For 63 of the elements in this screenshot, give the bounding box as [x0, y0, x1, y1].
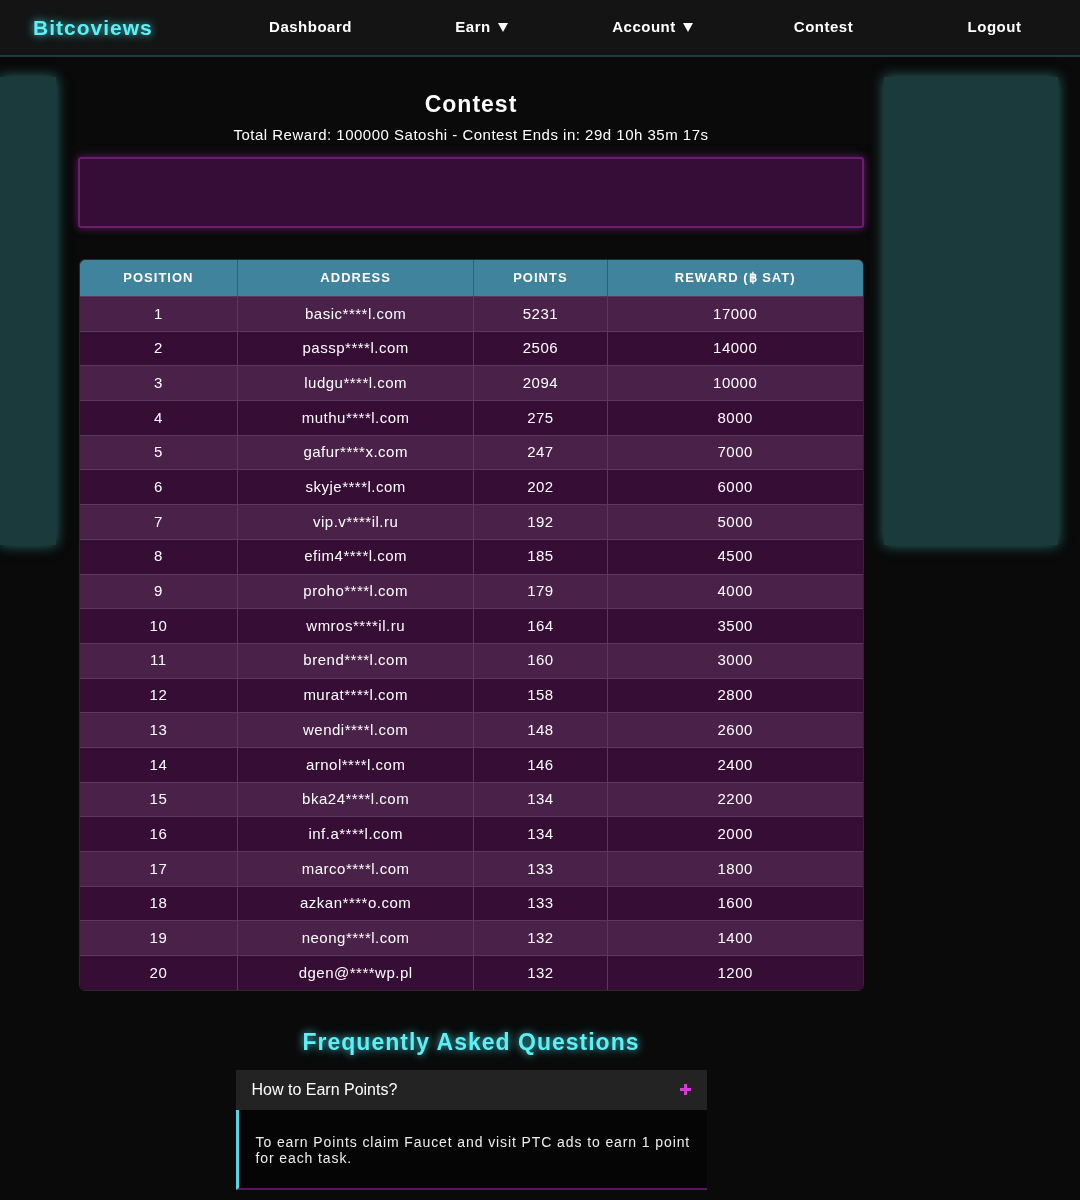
table-cell: marco****l.com: [237, 852, 473, 886]
table-cell: 4500: [606, 539, 863, 574]
table-cell: 5231: [473, 297, 607, 331]
table-cell: basic****l.com: [237, 297, 473, 331]
table-cell: 185: [473, 539, 607, 574]
nav-link[interactable]: Account: [612, 16, 693, 39]
faq-question[interactable]: How to Earn Points?: [235, 1069, 707, 1110]
table-cell: arnol****l.com: [237, 747, 473, 782]
table-cell-text: 8: [152, 546, 164, 567]
table-cell: wendi****l.com: [237, 713, 473, 747]
table-cell: 275: [473, 401, 607, 435]
table-cell-text: 7: [152, 511, 164, 532]
table-cell-text: 9: [152, 581, 164, 602]
table-cell-text: 15: [148, 789, 169, 810]
table-cell: 164: [473, 609, 607, 643]
table-cell-text: 5: [152, 442, 164, 463]
table-cell-text: 4: [152, 407, 164, 428]
page-title: Contest: [424, 90, 518, 118]
table-cell: 133: [473, 852, 607, 886]
table-cell-text: 11: [149, 650, 168, 671]
table-cell-text: 10: [148, 615, 169, 636]
table-cell: 148: [473, 713, 607, 747]
nav-link[interactable]: Dashboard: [269, 16, 352, 39]
table-cell-text: 13: [148, 719, 169, 740]
table-cell: 1200: [606, 956, 863, 990]
table-cell: muthu****l.com: [237, 401, 473, 435]
table-cell: brend****l.com: [237, 643, 473, 678]
table-cell: 132: [473, 956, 607, 990]
site-logo[interactable]: Bitcoviews: [33, 15, 153, 39]
table-cell-text: 14: [148, 754, 169, 775]
table-cell: 2600: [606, 713, 863, 747]
table-cell: 1800: [606, 852, 863, 886]
table-cell-text: 16: [148, 823, 169, 844]
table-cell: 17000: [606, 297, 863, 331]
table-cell: 2400: [606, 747, 863, 782]
nav-link[interactable]: Logout: [967, 16, 1022, 39]
table-cell: 5000: [606, 505, 863, 539]
nav-link[interactable]: Earn: [455, 16, 508, 39]
table-cell: 8000: [606, 401, 863, 435]
table-cell: 146: [473, 747, 607, 782]
table-cell: wmros****il.ru: [237, 609, 473, 643]
faq-title: Frequently Asked Questions: [302, 1027, 640, 1056]
table-cell: 192: [473, 505, 607, 539]
contest-summary: Total Reward: 100000 Satoshi - Contest Ends in: 29d 10h 35m 17s: [233, 126, 709, 144]
table-cell-text: 18: [148, 893, 169, 914]
faq-answer: To earn Points claim Faucet and visit PTC ads to earn 1 point for each task.: [255, 1133, 692, 1166]
plus-icon: [679, 1084, 691, 1096]
table-cell-text: 2: [152, 338, 164, 359]
table-cell-text: 20: [148, 962, 169, 983]
table-cell-text: 17: [148, 858, 169, 879]
table-cell: 3500: [606, 609, 863, 643]
table-cell-text: 19: [148, 927, 169, 948]
nav-link[interactable]: Contest: [793, 16, 854, 39]
table-cell: dgen@****wp.pl: [237, 956, 473, 990]
column-header: POSITION: [122, 269, 195, 288]
table-cell: vip.v****il.ru: [237, 505, 473, 539]
table-cell-text: 3: [152, 372, 164, 393]
table-cell: 3000: [606, 643, 863, 678]
table-cell-text: 1: [152, 303, 164, 324]
table-cell-text: 6: [152, 477, 164, 498]
table-cell-text: 12: [148, 685, 169, 706]
table-cell: efim4****l.com: [237, 539, 473, 574]
table-cell: 160: [473, 643, 607, 678]
